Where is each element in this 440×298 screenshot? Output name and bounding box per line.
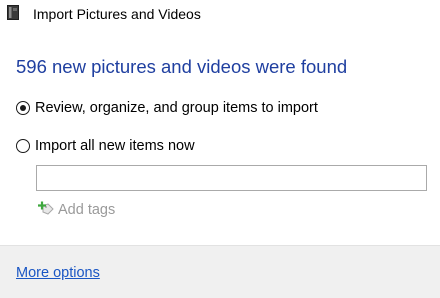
review-organize-option[interactable]: Review, organize, and group items to imp… (16, 98, 318, 118)
add-tags-link[interactable]: Add tags (38, 201, 115, 219)
page-title: 596 new pictures and videos were found (16, 56, 348, 77)
import-all-option[interactable]: Import all new items now (16, 136, 195, 156)
add-tags-label: Add tags (58, 202, 116, 218)
window-title: Import Pictures and Videos (33, 6, 201, 22)
more-options-link[interactable]: More options (16, 265, 100, 281)
import-all-radio[interactable] (16, 139, 30, 153)
title-bar: Import Pictures and Videos (0, 0, 440, 30)
review-organize-label[interactable]: Review, organize, and group items to imp… (35, 100, 318, 116)
camera-device-icon (7, 5, 19, 20)
tag-input[interactable] (36, 165, 427, 191)
import-all-label[interactable]: Import all new items now (35, 138, 195, 154)
footer-bar: More options (0, 245, 440, 298)
add-tag-icon (38, 201, 54, 220)
review-organize-radio[interactable] (16, 101, 30, 115)
